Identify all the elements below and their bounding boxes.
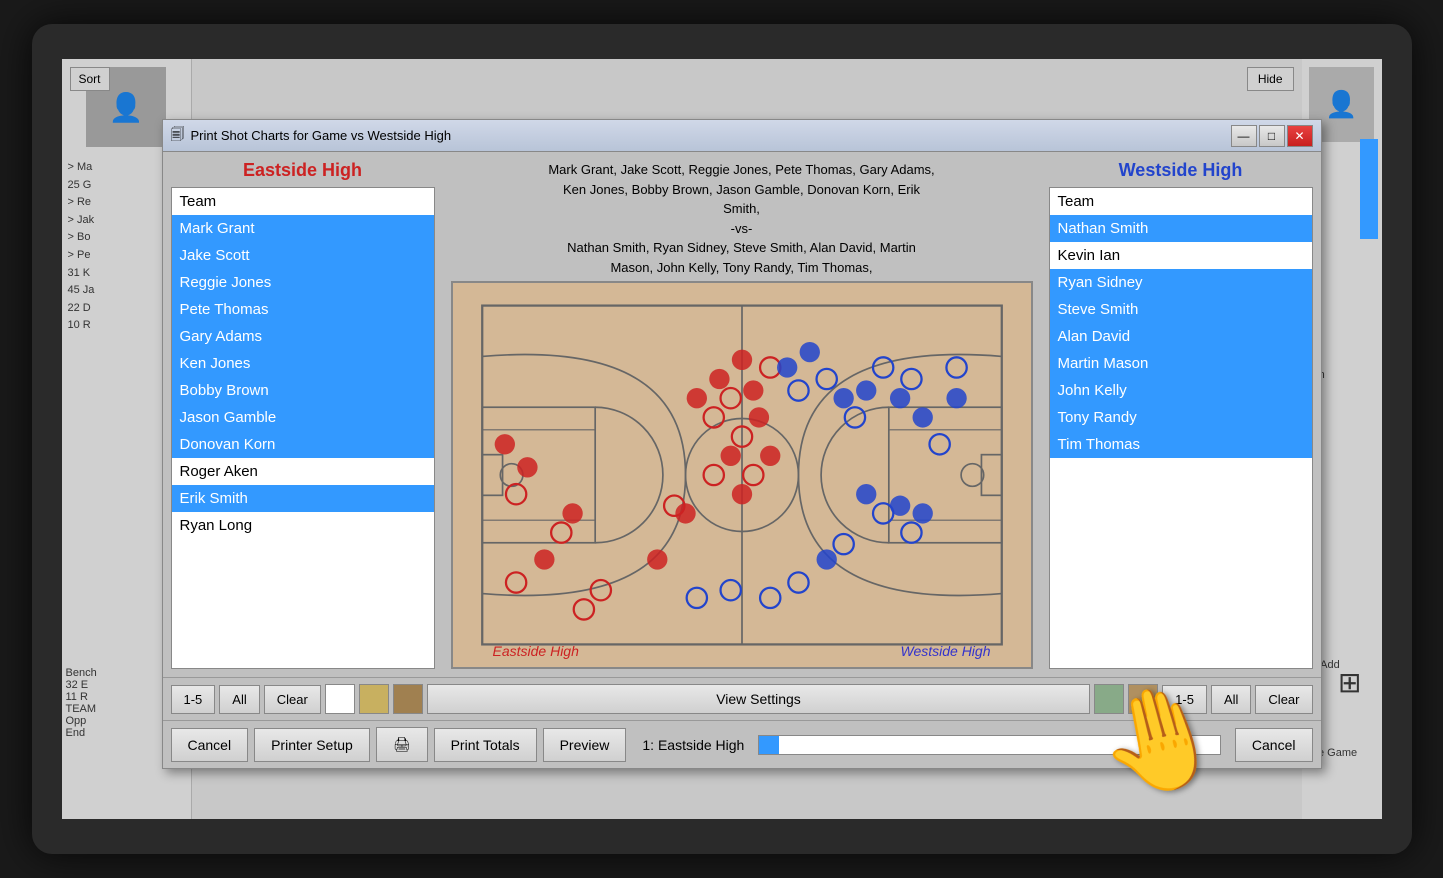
swatch-brown[interactable] [393, 684, 423, 714]
west-all-button[interactable]: All [1211, 685, 1251, 714]
eastside-player-item[interactable]: Team [172, 188, 434, 215]
bg-scrollbar [1360, 139, 1378, 239]
print-icon-button[interactable]: 🖨 [376, 727, 428, 762]
printer-setup-button[interactable]: Printer Setup [254, 728, 370, 762]
bg-right-text2: on [1313, 369, 1378, 381]
cancel-right-button[interactable]: Cancel [1235, 728, 1313, 762]
westside-panel: Westside High TeamNathan SmithKevin IanR… [1041, 152, 1321, 677]
preview-button[interactable]: Preview [543, 728, 627, 762]
eastside-player-list[interactable]: TeamMark GrantJake ScottReggie JonesPete… [171, 187, 435, 669]
eastside-player-item[interactable]: Roger Aken [172, 458, 434, 485]
status-text: 1: Eastside High [642, 737, 744, 753]
eastside-player-item[interactable]: Pete Thomas [172, 296, 434, 323]
east-1-5-button[interactable]: 1-5 [171, 685, 216, 714]
eastside-player-item[interactable]: Gary Adams [172, 323, 434, 350]
court-label-westside: Westside High [900, 643, 990, 659]
basketball-court: Eastside High Westside High [451, 281, 1033, 669]
westside-title: Westside High [1049, 160, 1313, 181]
top-section: Eastside High TeamMark GrantJake ScottRe… [163, 152, 1321, 677]
court-svg [453, 283, 1031, 667]
sort-button[interactable]: Sort [70, 67, 110, 91]
cancel-left-button[interactable]: Cancel [171, 728, 249, 762]
controls-row-1: 1-5 All Clear View Settings 1-5 All Clea… [163, 677, 1321, 720]
east-clear-button[interactable]: Clear [264, 685, 321, 714]
restore-button[interactable]: □ [1259, 125, 1285, 147]
print-totals-button[interactable]: Print Totals [434, 728, 537, 762]
swatch-khaki[interactable] [1128, 684, 1158, 714]
west-clear-button[interactable]: Clear [1255, 685, 1312, 714]
westside-player-item[interactable]: John Kelly [1050, 377, 1312, 404]
eastside-panel: Eastside High TeamMark GrantJake ScottRe… [163, 152, 443, 677]
westside-player-item[interactable]: Nathan Smith [1050, 215, 1312, 242]
eastside-player-item[interactable]: Donovan Korn [172, 431, 434, 458]
title-bar: 🗐 Print Shot Charts for Game vs Westside… [163, 120, 1321, 152]
dialog-title: Print Shot Charts for Game vs Westside H… [191, 128, 452, 143]
westside-player-item[interactable]: Steve Smith [1050, 296, 1312, 323]
hide-button[interactable]: Hide [1247, 67, 1294, 91]
title-controls: — □ ✕ [1231, 125, 1313, 147]
eastside-player-item[interactable]: Ryan Long [172, 512, 434, 539]
eastside-player-item[interactable]: Jason Gamble [172, 404, 434, 431]
center-panel: Mark Grant, Jake Scott, Reggie Jones, Pe… [443, 152, 1041, 677]
westside-player-list[interactable]: TeamNathan SmithKevin IanRyan SidneyStev… [1049, 187, 1313, 669]
windows-logo-icon: ⊞ [1338, 666, 1361, 699]
view-settings-button[interactable]: View Settings [427, 684, 1090, 714]
bg-right-text4: ve Game [1313, 747, 1378, 759]
east-all-button[interactable]: All [219, 685, 259, 714]
eastside-player-item[interactable]: Mark Grant [172, 215, 434, 242]
eastside-title: Eastside High [171, 160, 435, 181]
tablet-frame: 👤 > Ma25 G> Re> Jak> Bo> Pe31 K45 Ja22 D… [32, 24, 1412, 854]
westside-player-item[interactable]: Tim Thomas [1050, 431, 1312, 458]
swatch-tan[interactable] [359, 684, 389, 714]
westside-player-item[interactable]: Martin Mason [1050, 350, 1312, 377]
screen: 👤 > Ma25 G> Re> Jak> Bo> Pe31 K45 Ja22 D… [62, 59, 1382, 819]
bg-right-text1: th [1313, 319, 1378, 331]
westside-player-item[interactable]: Alan David [1050, 323, 1312, 350]
eastside-player-item[interactable]: Erik Smith [172, 485, 434, 512]
westside-player-item[interactable]: Tony Randy [1050, 404, 1312, 431]
minimize-button[interactable]: — [1231, 125, 1257, 147]
swatch-green[interactable] [1094, 684, 1124, 714]
title-bar-left: 🗐 Print Shot Charts for Game vs Westside… [171, 124, 452, 148]
westside-player-item[interactable]: Kevin Ian [1050, 242, 1312, 269]
eastside-player-item[interactable]: Reggie Jones [172, 269, 434, 296]
eastside-player-item[interactable]: Ken Jones [172, 350, 434, 377]
controls-row-2: Cancel Printer Setup 🖨 Print Totals Prev… [163, 720, 1321, 768]
print-shot-charts-dialog: 🗐 Print Shot Charts for Game vs Westside… [162, 119, 1322, 769]
eastside-player-item[interactable]: Bobby Brown [172, 377, 434, 404]
westside-player-item[interactable]: Team [1050, 188, 1312, 215]
westside-player-item[interactable]: Ryan Sidney [1050, 269, 1312, 296]
swatch-white[interactable] [325, 684, 355, 714]
progress-fill [759, 736, 779, 754]
close-button[interactable]: ✕ [1287, 125, 1313, 147]
dialog-body: Eastside High TeamMark GrantJake ScottRe… [163, 152, 1321, 768]
west-1-5-button[interactable]: 1-5 [1162, 685, 1207, 714]
court-label-eastside: Eastside High [493, 643, 579, 659]
bg-bottom-text: Bench32 E11 RTEAMOppEnd [66, 667, 97, 739]
progress-bar [758, 735, 1221, 755]
roster-text: Mark Grant, Jake Scott, Reggie Jones, Pe… [548, 160, 934, 277]
eastside-player-item[interactable]: Jake Scott [172, 242, 434, 269]
dialog-icon: 🗐 [171, 124, 185, 148]
